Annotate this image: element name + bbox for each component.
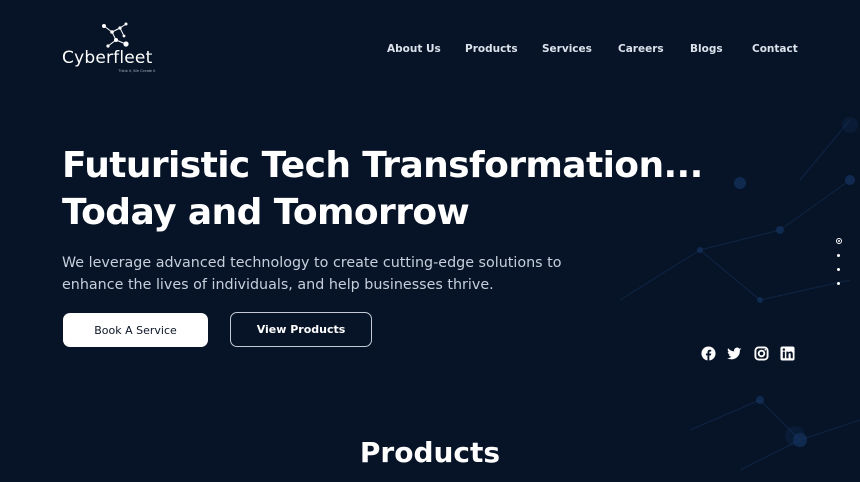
brand-tagline: Think it, We Create it [118, 68, 156, 73]
main-nav: About Us Products Services Careers Blogs… [0, 43, 860, 59]
twitter-icon[interactable] [727, 346, 742, 361]
hero-title-line-1: Futuristic Tech Transformation... [62, 145, 703, 186]
nav-blogs[interactable]: Blogs [690, 43, 723, 55]
book-a-service-button[interactable]: Book A Service [63, 313, 208, 347]
slide-dot-2[interactable] [837, 254, 840, 257]
hero-title: Futuristic Tech Transformation... Today … [62, 142, 762, 236]
slide-dot-1[interactable] [836, 238, 842, 244]
facebook-icon[interactable] [701, 346, 716, 361]
hero-subtitle-line-1: We leverage advanced technology to creat… [62, 255, 562, 271]
hero-subtitle-line-2: enhance the lives of individuals, and he… [62, 277, 494, 293]
slide-dot-4[interactable] [837, 282, 840, 285]
nav-products[interactable]: Products [465, 43, 518, 55]
slide-dot-3[interactable] [837, 268, 840, 271]
products-heading: Products [359, 436, 501, 469]
nav-contact[interactable]: Contact [752, 43, 798, 55]
hero-subtitle: We leverage advanced technology to creat… [62, 252, 582, 296]
nav-careers[interactable]: Careers [618, 43, 664, 55]
linkedin-icon[interactable] [780, 346, 795, 361]
instagram-icon[interactable] [754, 346, 769, 361]
nav-services[interactable]: Services [542, 43, 592, 55]
hero-title-line-2: Today and Tomorrow [62, 192, 470, 233]
nav-about-us[interactable]: About Us [387, 43, 441, 55]
view-products-button[interactable]: View Products [230, 312, 372, 347]
slider-pagination [834, 238, 844, 290]
